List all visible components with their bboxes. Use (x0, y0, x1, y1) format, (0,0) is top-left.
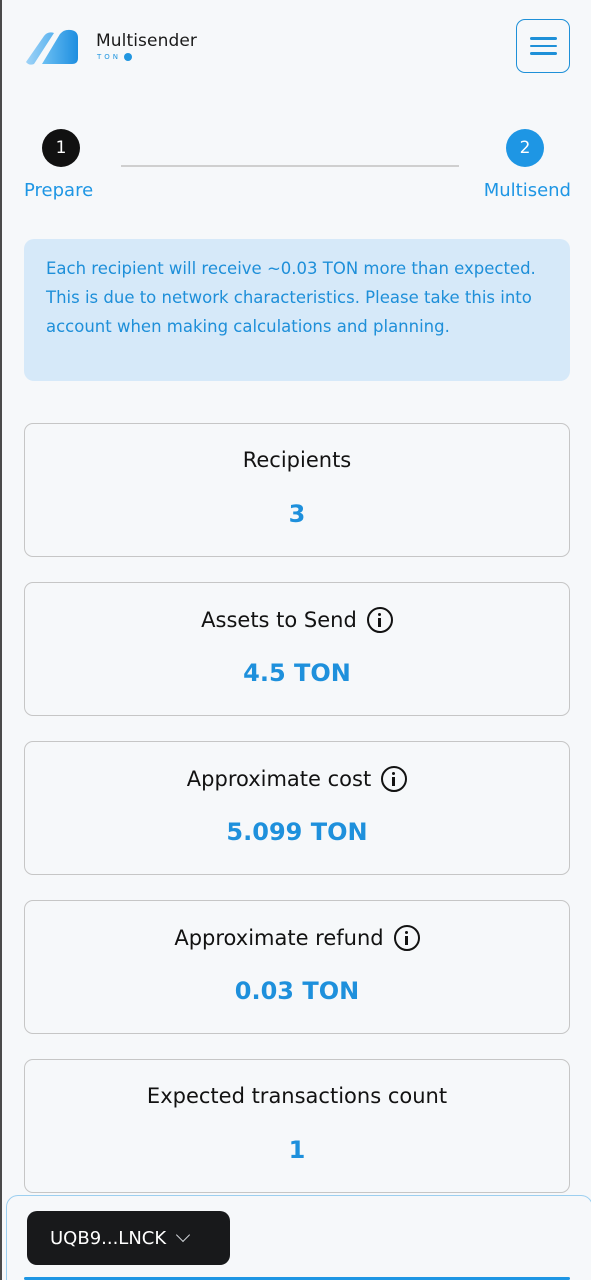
info-icon[interactable] (366, 607, 393, 633)
card-title-text: Assets to Send (201, 608, 357, 632)
step-2-indicator: 2 (506, 129, 544, 167)
brand-subtitle-text: TON (97, 53, 122, 61)
stepper-connector (121, 165, 459, 167)
wallet-button[interactable]: UQB9...LNCK (27, 1211, 230, 1265)
hamburger-icon-bar (529, 37, 557, 40)
recipients-value: 3 (288, 500, 306, 528)
approximate-cost-card: Approximate cost 5.099 TON (24, 741, 570, 875)
hamburger-icon-bar (529, 44, 557, 48)
hamburger-icon-bar (529, 52, 557, 55)
recipients-card: Recipients 3 (24, 423, 570, 557)
expected-transactions-value: 1 (288, 1136, 306, 1164)
approximate-refund-value: 0.03 TON (234, 977, 360, 1005)
ton-diamond-icon (124, 53, 133, 61)
info-icon[interactable] (393, 925, 420, 951)
card-title: Recipients (25, 448, 569, 472)
card-title-text: Approximate cost (186, 767, 372, 791)
card-title: Expected transactions count (25, 1084, 569, 1108)
card-title-text: Expected transactions count (146, 1084, 448, 1108)
step-2-label: Multisend (483, 180, 571, 201)
card-title-text: Approximate refund (174, 926, 384, 950)
approximate-cost-value: 5.099 TON (226, 818, 368, 846)
card-title: Assets to Send (25, 607, 569, 633)
card-title: Approximate cost (25, 766, 569, 792)
card-title: Approximate refund (25, 925, 569, 951)
page: Multisender TON 1 2 Prepare Multisend Ea… (0, 0, 591, 1280)
card-title-text: Recipients (242, 448, 352, 472)
expected-transactions-card: Expected transactions count 1 (24, 1059, 570, 1193)
brand-name: Multisender (96, 31, 197, 51)
approximate-refund-card: Approximate refund 0.03 TON (24, 900, 570, 1034)
multisender-logo-icon[interactable] (24, 28, 80, 66)
assets-to-send-value: 4.5 TON (243, 659, 351, 687)
chevron-down-icon (176, 1227, 191, 1243)
step-1-label: Prepare (24, 180, 94, 201)
menu-button[interactable] (516, 19, 570, 73)
wallet-address: UQB9...LNCK (50, 1227, 167, 1249)
info-icon[interactable] (381, 766, 408, 792)
info-banner: Each recipient will receive ~0.03 TON mo… (24, 239, 570, 381)
header: Multisender TON (2, 0, 591, 100)
assets-to-send-card: Assets to Send 4.5 TON (24, 582, 570, 716)
step-1-indicator: 1 (42, 129, 80, 167)
brand-subtitle: TON (97, 53, 133, 61)
